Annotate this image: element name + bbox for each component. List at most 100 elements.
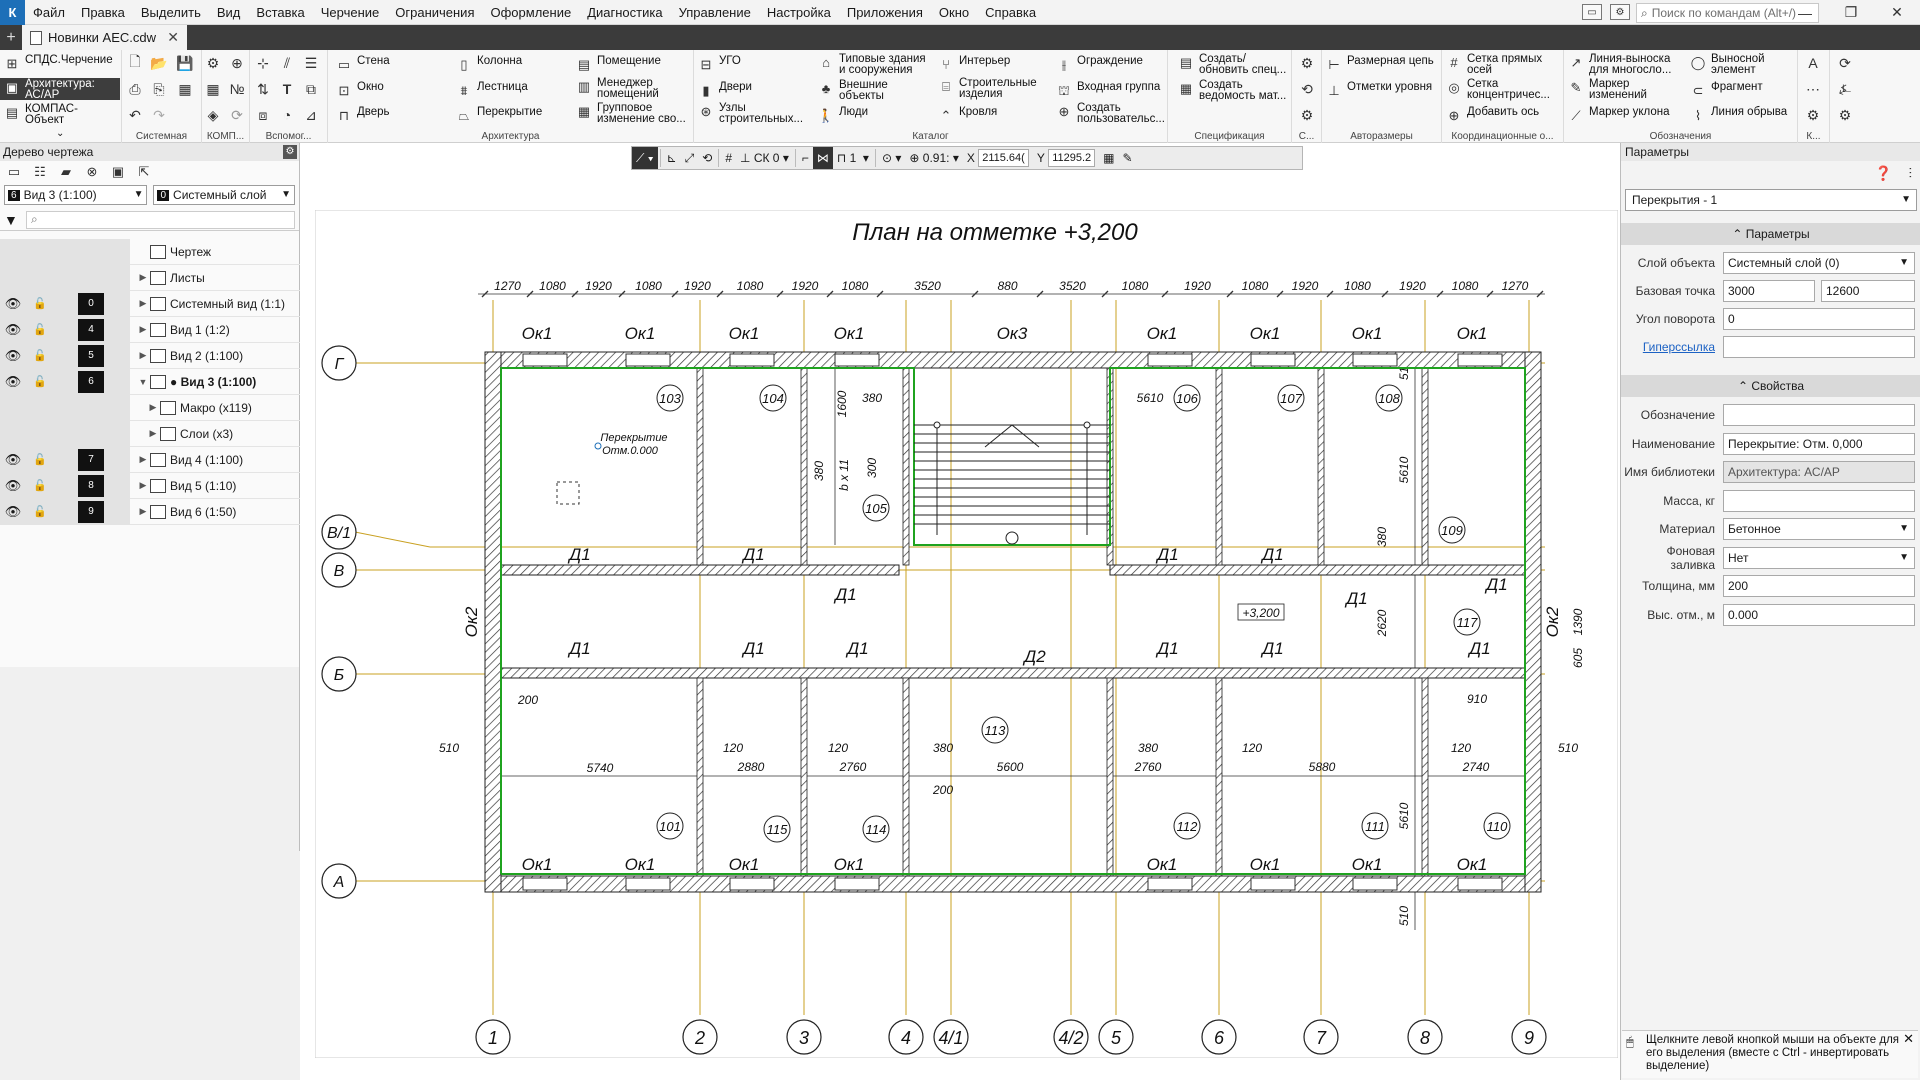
tree-node[interactable]: 👁 🔓 0 ▶ Системный вид (1:1) [0,290,300,317]
lock-icon[interactable]: 🔓 [30,297,50,310]
room-manager-button[interactable]: ▥ Менеджер помещений [576,77,688,100]
aux-hatch-icon[interactable]: ☰ [302,54,320,72]
minimize-icon[interactable]: — [1782,0,1828,25]
expand-arrow-icon[interactable]: ▶ [136,480,150,491]
tree-node[interactable]: 👁 🔓 8 ▶ Вид 5 (1:10) [0,472,300,499]
entrance-group-button[interactable]: ⛫ Входная группа [1056,81,1160,98]
text-icon[interactable]: T [278,80,296,98]
app-logo-icon[interactable]: К [0,0,25,25]
library-icon[interactable]: ◈ [204,106,222,124]
menu-item[interactable]: Приложения [839,0,931,25]
expand-arrow-icon[interactable]: ▶ [136,272,150,283]
gear-icon[interactable]: ⚙ [1298,106,1316,124]
menu-item[interactable]: Ограничения [387,0,482,25]
sync-icon[interactable]: ⟲ [1298,80,1316,98]
window-button[interactable]: ⊡ Окно [336,81,384,98]
roof-button[interactable]: ⌃ Кровля [938,106,998,123]
tree-node[interactable]: 👁 🔓 5 ▶ Вид 2 (1:100) [0,342,300,369]
property-value-field[interactable]: 0.000 [1723,603,1915,626]
lock-icon[interactable]: 🔓 [30,349,50,362]
tree-search-input[interactable]: ⌕ [26,210,295,229]
aux-mirror-icon[interactable]: ⊿ [302,106,320,124]
expand-arrow-icon[interactable]: ▶ [136,454,150,465]
snap-icon[interactable]: ⤢ [681,147,699,169]
visibility-eye-icon[interactable]: 👁 [3,504,23,520]
save-as-icon[interactable]: ▦ [176,80,194,98]
expand-arrow-icon[interactable]: ▶ [146,402,160,413]
create-statement-button[interactable]: ▦ Создать ведомость мат... [1178,79,1290,102]
save-icon[interactable]: 💾 [176,54,194,72]
help-icon[interactable]: ❓ [1875,165,1892,182]
create-update-spec-button[interactable]: ▤ Создать/ обновить спец... [1178,53,1290,76]
lock-icon[interactable]: 🔓 [30,375,50,388]
room-button[interactable]: ▤ Помещение [576,55,661,72]
local-cs-icon[interactable]: ⌐ [798,147,813,169]
preview-icon[interactable]: ⎘ [150,80,168,98]
spec-settings-icon[interactable]: ⚙ [1298,54,1316,72]
doors-catalog-button[interactable]: ▮ Двери [698,81,752,98]
lock-icon[interactable]: 🔓 [30,505,50,518]
lock-icon[interactable]: 🔓 [30,323,50,336]
add-axis-button[interactable]: ⊕ Добавить ось [1446,106,1540,123]
object-select[interactable]: Перекрытия - 1 ▼ [1625,189,1917,211]
menu-item[interactable]: Выделить [133,0,209,25]
layer-num-select[interactable]: ⊓ 1 ▾ [833,147,873,169]
typical-buildings-button[interactable]: ⌂ Типовые здания и сооружения [818,53,934,76]
close-hint-icon[interactable]: ✕ [1903,1032,1914,1045]
open-icon[interactable]: 📂 [150,54,168,72]
text-style-icon[interactable]: A [1804,54,1822,72]
tree-icon[interactable]: ⫶ [1909,165,1913,182]
visibility-eye-icon[interactable]: 👁 [3,296,23,312]
new-document-icon[interactable]: 🗋 [126,53,144,72]
eyedropper-icon[interactable]: ✎ [1118,147,1136,169]
calculator-icon[interactable]: ▦ [1099,147,1118,169]
aux-line-icon[interactable]: ⊹ [254,54,272,72]
property-value-field[interactable] [1723,404,1915,426]
tree-node[interactable]: Чертеж [0,238,300,265]
fragment-button[interactable]: ⊂ Фрагмент [1690,81,1763,98]
options-icon[interactable]: ⚙ [1836,106,1854,124]
visibility-eye-icon[interactable]: 👁 [3,478,23,494]
property-value-field[interactable] [1723,336,1915,358]
filter-icon[interactable]: ▼ [4,212,26,228]
coordinate-system-select[interactable]: ⊥ СК 0 ▾ [736,147,793,169]
tree-export-icon[interactable]: ⇱ [134,163,154,181]
property-value-field[interactable]: 0 [1723,308,1915,330]
number-icon[interactable]: № [228,80,246,98]
expand-arrow-icon[interactable]: ▼ [136,377,150,387]
document-tab[interactable]: Новинки AEC.cdw ✕ [22,25,187,50]
menu-item[interactable]: Настройка [759,0,839,25]
property-value-field[interactable]: Бетонное ▼ [1723,518,1915,540]
menu-item[interactable]: Правка [73,0,133,25]
tree-node[interactable]: 👁 🔓 7 ▶ Вид 4 (1:100) [0,446,300,473]
property-value-field[interactable]: Системный слой (0) ▼ [1723,252,1915,274]
wall-button[interactable]: ▭ Стена [336,55,390,72]
rotate-icon[interactable]: ⟲ [698,147,716,169]
stairs-button[interactable]: ⩩ Лестница [456,81,528,98]
module-architecture[interactable]: ▣ Архитектура: АС/АР [0,78,120,101]
aux-copy-icon[interactable]: ⧉ [302,80,320,98]
attributes-icon[interactable]: ⍼ [1836,80,1854,98]
menu-item[interactable]: Управление [671,0,759,25]
expand-arrow-icon[interactable]: ▶ [136,506,150,517]
leader-line-button[interactable]: ↗ Линия-выноска для многосло... [1568,53,1686,76]
interior-button[interactable]: ⑂ Интерьер [938,55,1010,72]
people-button[interactable]: 🚶 Люди [818,106,868,123]
expand-arrow-icon[interactable]: ▶ [136,298,150,309]
menu-item[interactable]: Файл [25,0,73,25]
expand-arrow-icon[interactable]: ▶ [146,428,160,439]
undo-icon[interactable]: ↶ [126,106,144,124]
settings-small-icon[interactable]: ⚙ [1804,106,1822,124]
break-line-button[interactable]: ⌇ Линия обрыва [1690,106,1787,123]
lock-icon[interactable]: 🔓 [30,453,50,466]
concentric-grid-button[interactable]: ◎ Сетка концентричес... [1446,78,1560,101]
group-edit-button[interactable]: ▦ Групповое изменение сво... [576,102,694,125]
tree-node[interactable]: ▶ Слои (x3) [0,420,300,447]
layer-select[interactable]: 0 Системный слой ▼ [153,185,295,205]
menu-item[interactable]: Черчение [313,0,388,25]
panel-settings-icon[interactable]: ⚙ [283,145,297,159]
door-button[interactable]: ⊓ Дверь [336,106,390,123]
refresh-icon[interactable]: ⟳ [228,106,246,124]
visibility-eye-icon[interactable]: 👁 [3,374,23,390]
print-icon[interactable]: ⎙ [126,80,144,98]
